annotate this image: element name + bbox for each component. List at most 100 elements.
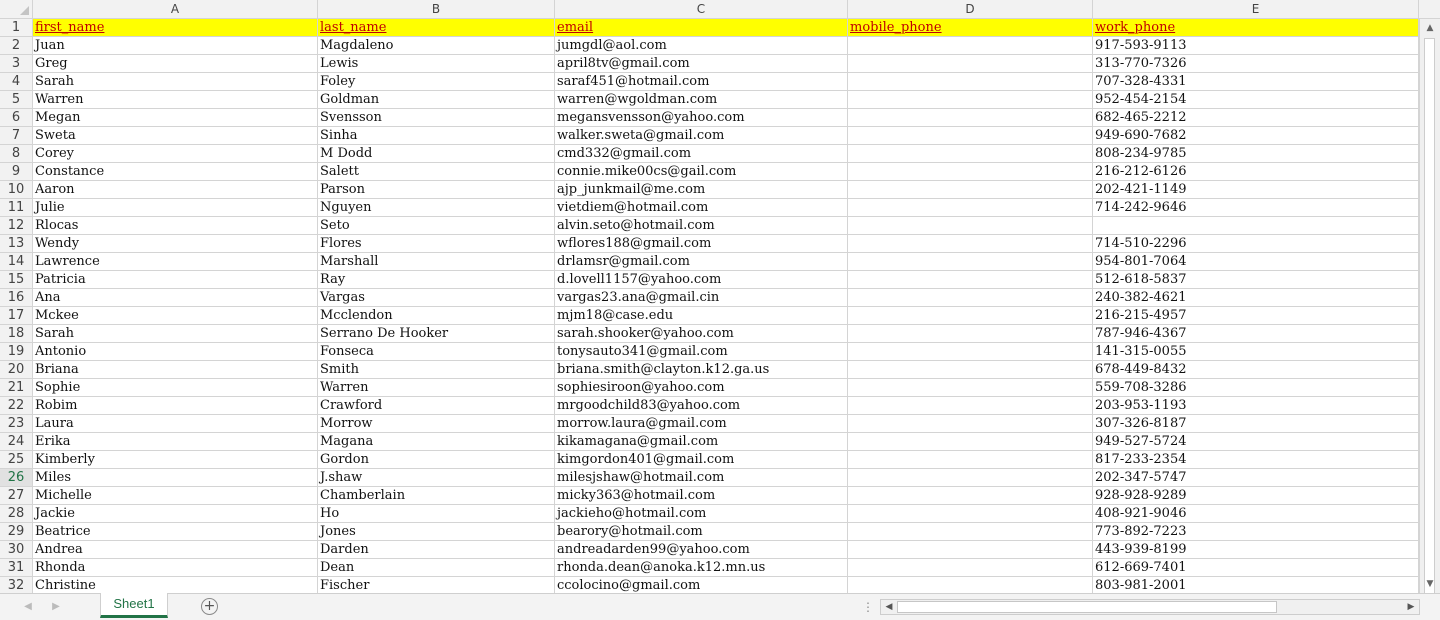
row-header[interactable]: 23 [0, 415, 33, 433]
table-cell[interactable]: Juan [33, 37, 318, 55]
table-cell[interactable] [848, 325, 1093, 343]
table-cell[interactable]: walker.sweta@gmail.com [555, 127, 848, 145]
row-header[interactable]: 17 [0, 307, 33, 325]
table-cell[interactable]: Lewis [318, 55, 555, 73]
table-cell[interactable]: Vargas [318, 289, 555, 307]
row-header[interactable]: 18 [0, 325, 33, 343]
table-cell[interactable]: Antonio [33, 343, 318, 361]
table-cell[interactable]: Flores [318, 235, 555, 253]
table-cell[interactable]: Sinha [318, 127, 555, 145]
tab-scroll-left-icon[interactable]: ◀ [20, 598, 36, 616]
row-header[interactable]: 27 [0, 487, 33, 505]
table-cell[interactable]: 949-690-7682 [1093, 127, 1419, 145]
table-cell[interactable]: 408-921-9046 [1093, 505, 1419, 523]
table-cell[interactable]: 612-669-7401 [1093, 559, 1419, 577]
table-cell[interactable] [848, 235, 1093, 253]
row-header[interactable]: 14 [0, 253, 33, 271]
column-header-a[interactable]: A [33, 0, 318, 19]
row-header[interactable]: 16 [0, 289, 33, 307]
row-header[interactable]: 9 [0, 163, 33, 181]
column-header-b[interactable]: B [318, 0, 555, 19]
table-cell[interactable]: bearory@hotmail.com [555, 523, 848, 541]
table-cell[interactable]: sarah.shooker@yahoo.com [555, 325, 848, 343]
table-cell[interactable] [848, 91, 1093, 109]
row-header[interactable]: 3 [0, 55, 33, 73]
table-cell[interactable] [848, 415, 1093, 433]
table-cell[interactable] [848, 451, 1093, 469]
split-handle-icon[interactable]: ⋮ [862, 598, 874, 616]
table-cell[interactable]: Sophie [33, 379, 318, 397]
row-header[interactable]: 21 [0, 379, 33, 397]
table-cell[interactable]: morrow.laura@gmail.com [555, 415, 848, 433]
row-header[interactable]: 11 [0, 199, 33, 217]
row-header[interactable]: 31 [0, 559, 33, 577]
table-cell[interactable]: 202-421-1149 [1093, 181, 1419, 199]
table-cell[interactable]: 949-527-5724 [1093, 433, 1419, 451]
table-cell[interactable]: briana.smith@clayton.k12.ga.us [555, 361, 848, 379]
table-cell[interactable]: alvin.seto@hotmail.com [555, 217, 848, 235]
spreadsheet-grid[interactable]: ABCDE 1 2 3 4 5 6 7 8 9 10 11 12 13 14 15 16 17 18 19 20 21 2… [0, 0, 1440, 593]
table-cell[interactable]: 928-928-9289 [1093, 487, 1419, 505]
table-cell[interactable]: 714-242-9646 [1093, 199, 1419, 217]
row-header[interactable]: 6 [0, 109, 33, 127]
header-cell[interactable]: last_name [318, 19, 555, 37]
table-cell[interactable]: Parson [318, 181, 555, 199]
table-cell[interactable]: J.shaw [318, 469, 555, 487]
row-header[interactable]: 28 [0, 505, 33, 523]
table-cell[interactable] [848, 289, 1093, 307]
row-header[interactable]: 8 [0, 145, 33, 163]
table-cell[interactable] [848, 559, 1093, 577]
table-cell[interactable]: Seto [318, 217, 555, 235]
table-cell[interactable]: Briana [33, 361, 318, 379]
table-cell[interactable] [848, 145, 1093, 163]
table-cell[interactable]: Lawrence [33, 253, 318, 271]
table-cell[interactable]: Magana [318, 433, 555, 451]
row-header[interactable]: 5 [0, 91, 33, 109]
table-cell[interactable]: Sarah [33, 325, 318, 343]
row-header[interactable]: 2 [0, 37, 33, 55]
table-cell[interactable]: Beatrice [33, 523, 318, 541]
table-cell[interactable]: 443-939-8199 [1093, 541, 1419, 559]
table-cell[interactable] [848, 379, 1093, 397]
table-cell[interactable]: Aaron [33, 181, 318, 199]
horizontal-scrollbar[interactable]: ◀ ▶ [880, 599, 1420, 615]
header-cell[interactable]: work_phone [1093, 19, 1419, 37]
table-cell[interactable]: 787-946-4367 [1093, 325, 1419, 343]
row-header[interactable]: 1 [0, 19, 33, 37]
table-cell[interactable]: Fischer [318, 577, 555, 593]
table-cell[interactable] [848, 361, 1093, 379]
header-cell[interactable]: first_name [33, 19, 318, 37]
table-cell[interactable]: Constance [33, 163, 318, 181]
table-cell[interactable]: Christine [33, 577, 318, 593]
table-cell[interactable]: drlamsr@gmail.com [555, 253, 848, 271]
table-cell[interactable]: Fonseca [318, 343, 555, 361]
table-cell[interactable] [848, 73, 1093, 91]
table-cell[interactable]: vietdiem@hotmail.com [555, 199, 848, 217]
table-cell[interactable]: Marshall [318, 253, 555, 271]
table-cell[interactable]: 240-382-4621 [1093, 289, 1419, 307]
table-cell[interactable]: 682-465-2212 [1093, 109, 1419, 127]
table-cell[interactable]: 678-449-8432 [1093, 361, 1419, 379]
table-cell[interactable]: Gordon [318, 451, 555, 469]
vertical-scrollbar[interactable]: ▲ ▼ [1419, 19, 1440, 593]
table-cell[interactable]: 773-892-7223 [1093, 523, 1419, 541]
column-header-d[interactable]: D [848, 0, 1093, 19]
table-cell[interactable]: 313-770-7326 [1093, 55, 1419, 73]
header-cell[interactable]: mobile_phone [848, 19, 1093, 37]
table-cell[interactable]: milesjshaw@hotmail.com [555, 469, 848, 487]
table-cell[interactable]: Dean [318, 559, 555, 577]
table-cell[interactable] [848, 343, 1093, 361]
row-header[interactable]: 32 [0, 577, 33, 593]
table-cell[interactable] [848, 253, 1093, 271]
table-cell[interactable] [848, 541, 1093, 559]
scroll-up-arrow-icon[interactable]: ▲ [1420, 20, 1440, 36]
table-cell[interactable]: 707-328-4331 [1093, 73, 1419, 91]
row-header[interactable]: 22 [0, 397, 33, 415]
table-cell[interactable]: cmd332@gmail.com [555, 145, 848, 163]
horizontal-scroll-thumb[interactable] [897, 601, 1277, 613]
table-cell[interactable]: warren@wgoldman.com [555, 91, 848, 109]
table-cell[interactable] [848, 37, 1093, 55]
table-cell[interactable]: Sweta [33, 127, 318, 145]
table-cell[interactable]: mjm18@case.edu [555, 307, 848, 325]
table-cell[interactable]: Mcclendon [318, 307, 555, 325]
